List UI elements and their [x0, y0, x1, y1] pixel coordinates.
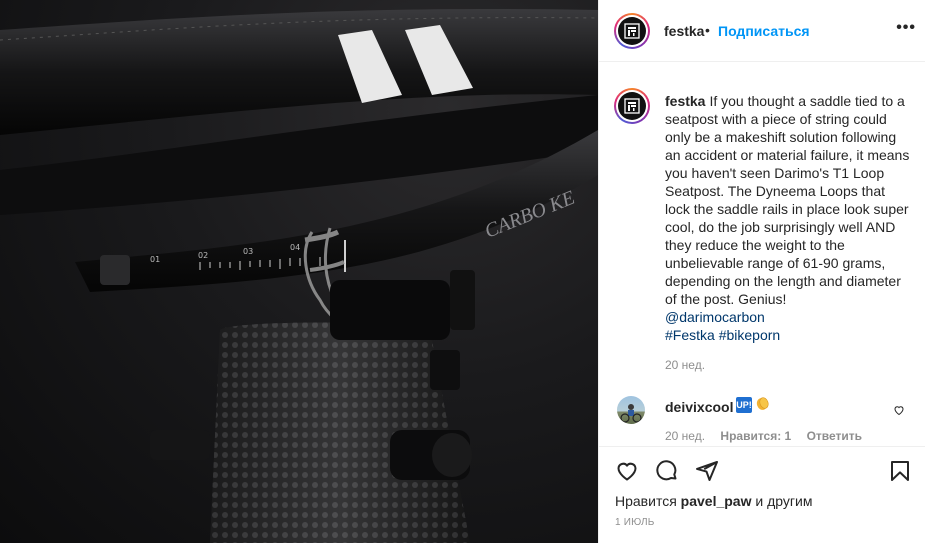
hashtags-link[interactable]: #Festka #bikeporn: [665, 326, 911, 344]
festka-logo-icon: [624, 23, 640, 39]
post-date[interactable]: 1 ИЮЛЬ: [615, 517, 655, 528]
scale-label-03: 03: [243, 247, 253, 256]
commenter-avatar[interactable]: [617, 396, 645, 424]
caption-avatar[interactable]: [614, 88, 650, 124]
comment-icon[interactable]: [655, 459, 679, 488]
festka-logo-icon: [624, 98, 640, 114]
seatpost-illustration: CARBO KE 01 02 03 04: [0, 9, 598, 543]
share-icon[interactable]: [695, 459, 719, 488]
post-caption: festka If you thought a saddle tied to a …: [665, 92, 911, 344]
comment-likes[interactable]: Нравится: 1: [720, 429, 791, 443]
author-avatar[interactable]: [614, 13, 650, 49]
commenter-username[interactable]: deivixcool: [665, 399, 733, 415]
more-options-icon[interactable]: •••: [896, 19, 916, 37]
caption-text: If you thought a saddle tied to a seatpo…: [665, 93, 910, 307]
scale-label-01: 01: [150, 255, 160, 264]
author-username[interactable]: festka: [664, 23, 704, 39]
scale-label-02: 02: [198, 251, 208, 260]
like-icon[interactable]: [615, 459, 639, 488]
comment-meta: 20 нед. Нравится: 1 Ответить: [665, 429, 874, 443]
action-bar: [599, 446, 925, 498]
clap-icon: [756, 397, 769, 410]
separator-dot: •: [705, 22, 710, 38]
clap-emoji: [754, 395, 770, 415]
up-emoji: UP!: [736, 397, 752, 413]
likes-user[interactable]: pavel_paw: [681, 493, 752, 509]
post-photo[interactable]: CARBO KE 01 02 03 04: [0, 0, 598, 543]
likes-others[interactable]: и другим: [755, 493, 812, 509]
commenter-photo-icon: [620, 404, 642, 423]
post-panel: festka • Подписаться ••• festka If you th…: [598, 0, 925, 543]
comment-like-icon[interactable]: [893, 403, 905, 421]
caption-time[interactable]: 20 нед.: [665, 358, 705, 372]
likes-summary: Нравится pavel_paw и другим: [615, 493, 812, 509]
reply-button[interactable]: Ответить: [807, 429, 862, 443]
mention-link[interactable]: @darimocarbon: [665, 308, 911, 326]
scale-label-04: 04: [290, 243, 300, 252]
follow-button[interactable]: Подписаться: [718, 23, 810, 39]
comment-time[interactable]: 20 нед.: [665, 429, 705, 443]
post-header: festka • Подписаться •••: [599, 0, 925, 62]
likes-prefix: Нравится: [615, 493, 677, 509]
caption-username[interactable]: festka: [665, 93, 705, 109]
save-icon[interactable]: [888, 459, 912, 488]
